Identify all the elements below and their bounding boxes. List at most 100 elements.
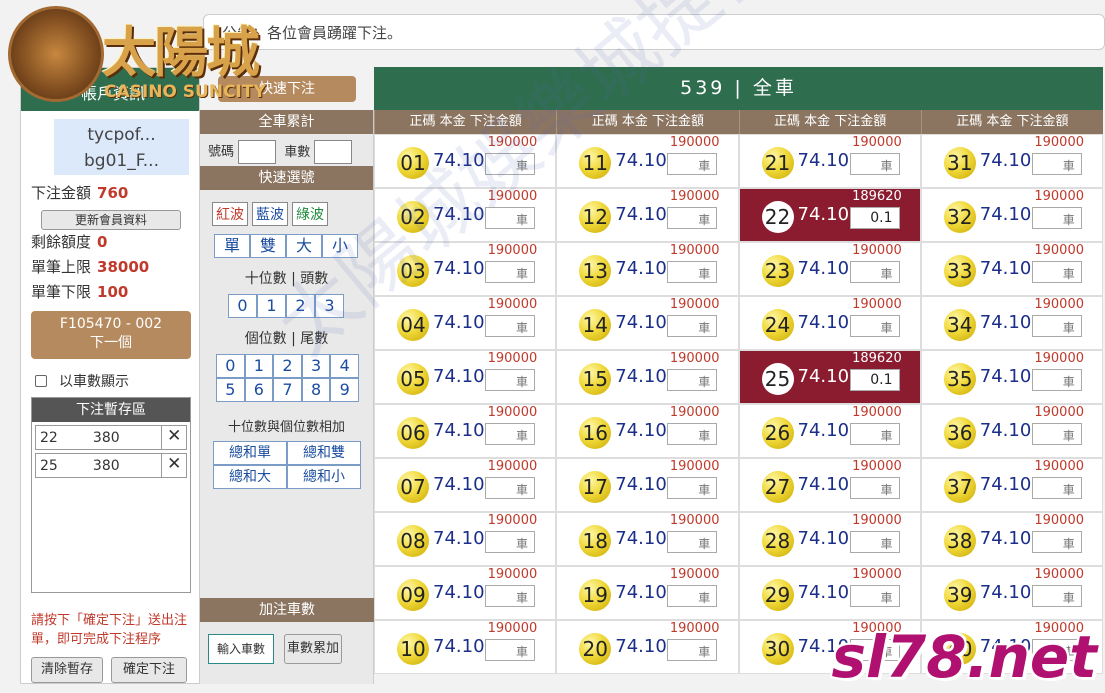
number-ball[interactable]: 12 xyxy=(579,201,612,233)
bet-input[interactable]: 車 xyxy=(667,153,718,175)
number-cell[interactable]: 37 74.10 190000 車 xyxy=(920,458,1103,512)
bet-input[interactable]: 車 xyxy=(849,423,900,445)
number-ball[interactable]: 24 xyxy=(761,309,794,341)
number-cell[interactable]: 07 74.10 190000 車 xyxy=(374,458,557,512)
blue-wave-button[interactable]: 藍波 xyxy=(252,202,288,226)
number-cell[interactable]: 10 74.10 190000 車 xyxy=(374,620,557,674)
bet-input[interactable]: 車 xyxy=(485,639,535,661)
red-wave-button[interactable]: 紅波 xyxy=(212,202,248,226)
number-cell[interactable]: 31 74.10 190000 車 xyxy=(920,134,1103,188)
bet-input[interactable]: 車 xyxy=(1031,423,1082,445)
number-ball[interactable]: 18 xyxy=(579,525,612,557)
number-ball[interactable]: 37 xyxy=(943,471,976,503)
number-cell[interactable]: 23 74.10 190000 車 xyxy=(738,242,921,296)
number-ball[interactable]: 38 xyxy=(943,525,976,557)
bet-input[interactable]: 車 xyxy=(667,369,718,391)
number-cell[interactable]: 17 74.10 190000 車 xyxy=(556,458,739,512)
bet-input[interactable]: 車 xyxy=(1031,315,1082,337)
number-cell[interactable]: 27 74.10 190000 車 xyxy=(738,458,921,512)
bet-input[interactable]: 車 xyxy=(1031,369,1082,391)
number-cell[interactable]: 05 74.10 190000 車 xyxy=(374,350,557,404)
number-ball[interactable]: 08 xyxy=(397,525,429,557)
bet-input[interactable]: 車 xyxy=(849,153,900,175)
bet-input[interactable]: 車 xyxy=(849,477,900,499)
number-ball[interactable]: 33 xyxy=(943,255,976,287)
number-ball[interactable]: 32 xyxy=(943,201,976,233)
number-ball[interactable]: 05 xyxy=(397,363,429,395)
number-cell[interactable]: 39 74.10 190000 車 xyxy=(920,566,1103,620)
bet-input[interactable]: 車 xyxy=(849,315,900,337)
number-cell[interactable]: 32 74.10 190000 車 xyxy=(920,188,1103,242)
ones-2[interactable]: 2 xyxy=(273,354,302,378)
ones-0[interactable]: 0 xyxy=(216,354,245,378)
bet-input[interactable]: 車 xyxy=(485,423,535,445)
bet-input[interactable]: 車 xyxy=(849,585,900,607)
number-cell[interactable]: 26 74.10 190000 車 xyxy=(738,404,921,458)
number-cell[interactable]: 16 74.10 190000 車 xyxy=(556,404,739,458)
bet-input[interactable]: 車 xyxy=(485,585,535,607)
input-car-field[interactable]: 輸入車數 xyxy=(208,634,274,664)
number-ball[interactable]: 39 xyxy=(943,579,976,611)
number-cell[interactable]: 19 74.10 190000 車 xyxy=(556,566,739,620)
bet-input[interactable]: 車 xyxy=(485,315,535,337)
number-ball[interactable]: 20 xyxy=(579,633,612,665)
number-ball[interactable]: 35 xyxy=(943,363,976,395)
number-ball[interactable]: 17 xyxy=(579,471,612,503)
number-ball[interactable]: 15 xyxy=(579,363,612,395)
ones-9[interactable]: 9 xyxy=(330,378,359,402)
ones-5[interactable]: 5 xyxy=(216,378,245,402)
number-cell[interactable]: 08 74.10 190000 車 xyxy=(374,512,557,566)
bet-input[interactable]: 車 xyxy=(667,477,718,499)
bet-input[interactable]: 車 xyxy=(485,261,535,283)
bet-input[interactable]: 車 xyxy=(667,585,718,607)
number-cell[interactable]: 20 74.10 190000 車 xyxy=(556,620,739,674)
sum-small-button[interactable]: 總和小 xyxy=(287,465,361,489)
number-ball[interactable]: 07 xyxy=(397,471,429,503)
bet-input[interactable]: 車 xyxy=(667,207,718,229)
number-cell[interactable]: 15 74.10 190000 車 xyxy=(556,350,739,404)
remove-icon[interactable]: ✕ xyxy=(161,454,186,477)
number-cell[interactable]: 09 74.10 190000 車 xyxy=(374,566,557,620)
sum-big-button[interactable]: 總和大 xyxy=(213,465,287,489)
number-cell[interactable]: 34 74.10 190000 車 xyxy=(920,296,1103,350)
number-ball[interactable]: 13 xyxy=(579,255,612,287)
ones-7[interactable]: 7 xyxy=(273,378,302,402)
bet-input[interactable]: 車 xyxy=(485,369,535,391)
tens-0[interactable]: 0 xyxy=(228,294,257,318)
bet-input[interactable]: 車 xyxy=(667,531,718,553)
number-ball[interactable]: 31 xyxy=(943,147,976,179)
number-cell[interactable]: 14 74.10 190000 車 xyxy=(556,296,739,350)
remove-icon[interactable]: ✕ xyxy=(161,426,186,449)
bet-input[interactable]: 車 xyxy=(1031,153,1082,175)
number-ball[interactable]: 23 xyxy=(761,255,794,287)
number-ball[interactable]: 16 xyxy=(579,417,612,449)
bet-input[interactable]: 車 xyxy=(849,531,900,553)
sum-odd-button[interactable]: 總和單 xyxy=(213,441,287,465)
number-ball[interactable]: 28 xyxy=(761,525,794,557)
next-button[interactable]: F105470 - 002 下一個 xyxy=(31,311,191,359)
number-ball[interactable]: 36 xyxy=(943,417,976,449)
number-cell[interactable]: 25 74.10 189620 0.1 xyxy=(738,350,921,404)
ones-1[interactable]: 1 xyxy=(244,354,274,378)
number-cell[interactable]: 38 74.10 190000 車 xyxy=(920,512,1103,566)
num-input[interactable] xyxy=(238,140,277,164)
bet-input[interactable]: 車 xyxy=(667,315,718,337)
confirm-bet-button[interactable]: 確定下注 xyxy=(111,657,187,683)
number-ball[interactable]: 25 xyxy=(761,363,794,395)
car-input[interactable] xyxy=(314,140,353,164)
number-ball[interactable]: 21 xyxy=(761,147,794,179)
bet-input[interactable]: 車 xyxy=(1031,477,1082,499)
even-button[interactable]: 雙 xyxy=(250,234,286,258)
number-cell[interactable]: 28 74.10 190000 車 xyxy=(738,512,921,566)
bet-input[interactable]: 車 xyxy=(1031,261,1082,283)
number-cell[interactable]: 13 74.10 190000 車 xyxy=(556,242,739,296)
sum-even-button[interactable]: 總和雙 xyxy=(287,441,361,465)
bet-input[interactable]: 車 xyxy=(1031,585,1082,607)
number-cell[interactable]: 33 74.10 190000 車 xyxy=(920,242,1103,296)
number-ball[interactable]: 29 xyxy=(761,579,794,611)
show-by-car-checkbox[interactable]: 以車數顯示 xyxy=(35,371,199,391)
number-ball[interactable]: 22 xyxy=(761,201,794,233)
bet-input[interactable]: 車 xyxy=(667,261,718,283)
number-cell[interactable]: 24 74.10 190000 車 xyxy=(738,296,921,350)
number-ball[interactable]: 04 xyxy=(397,309,429,341)
